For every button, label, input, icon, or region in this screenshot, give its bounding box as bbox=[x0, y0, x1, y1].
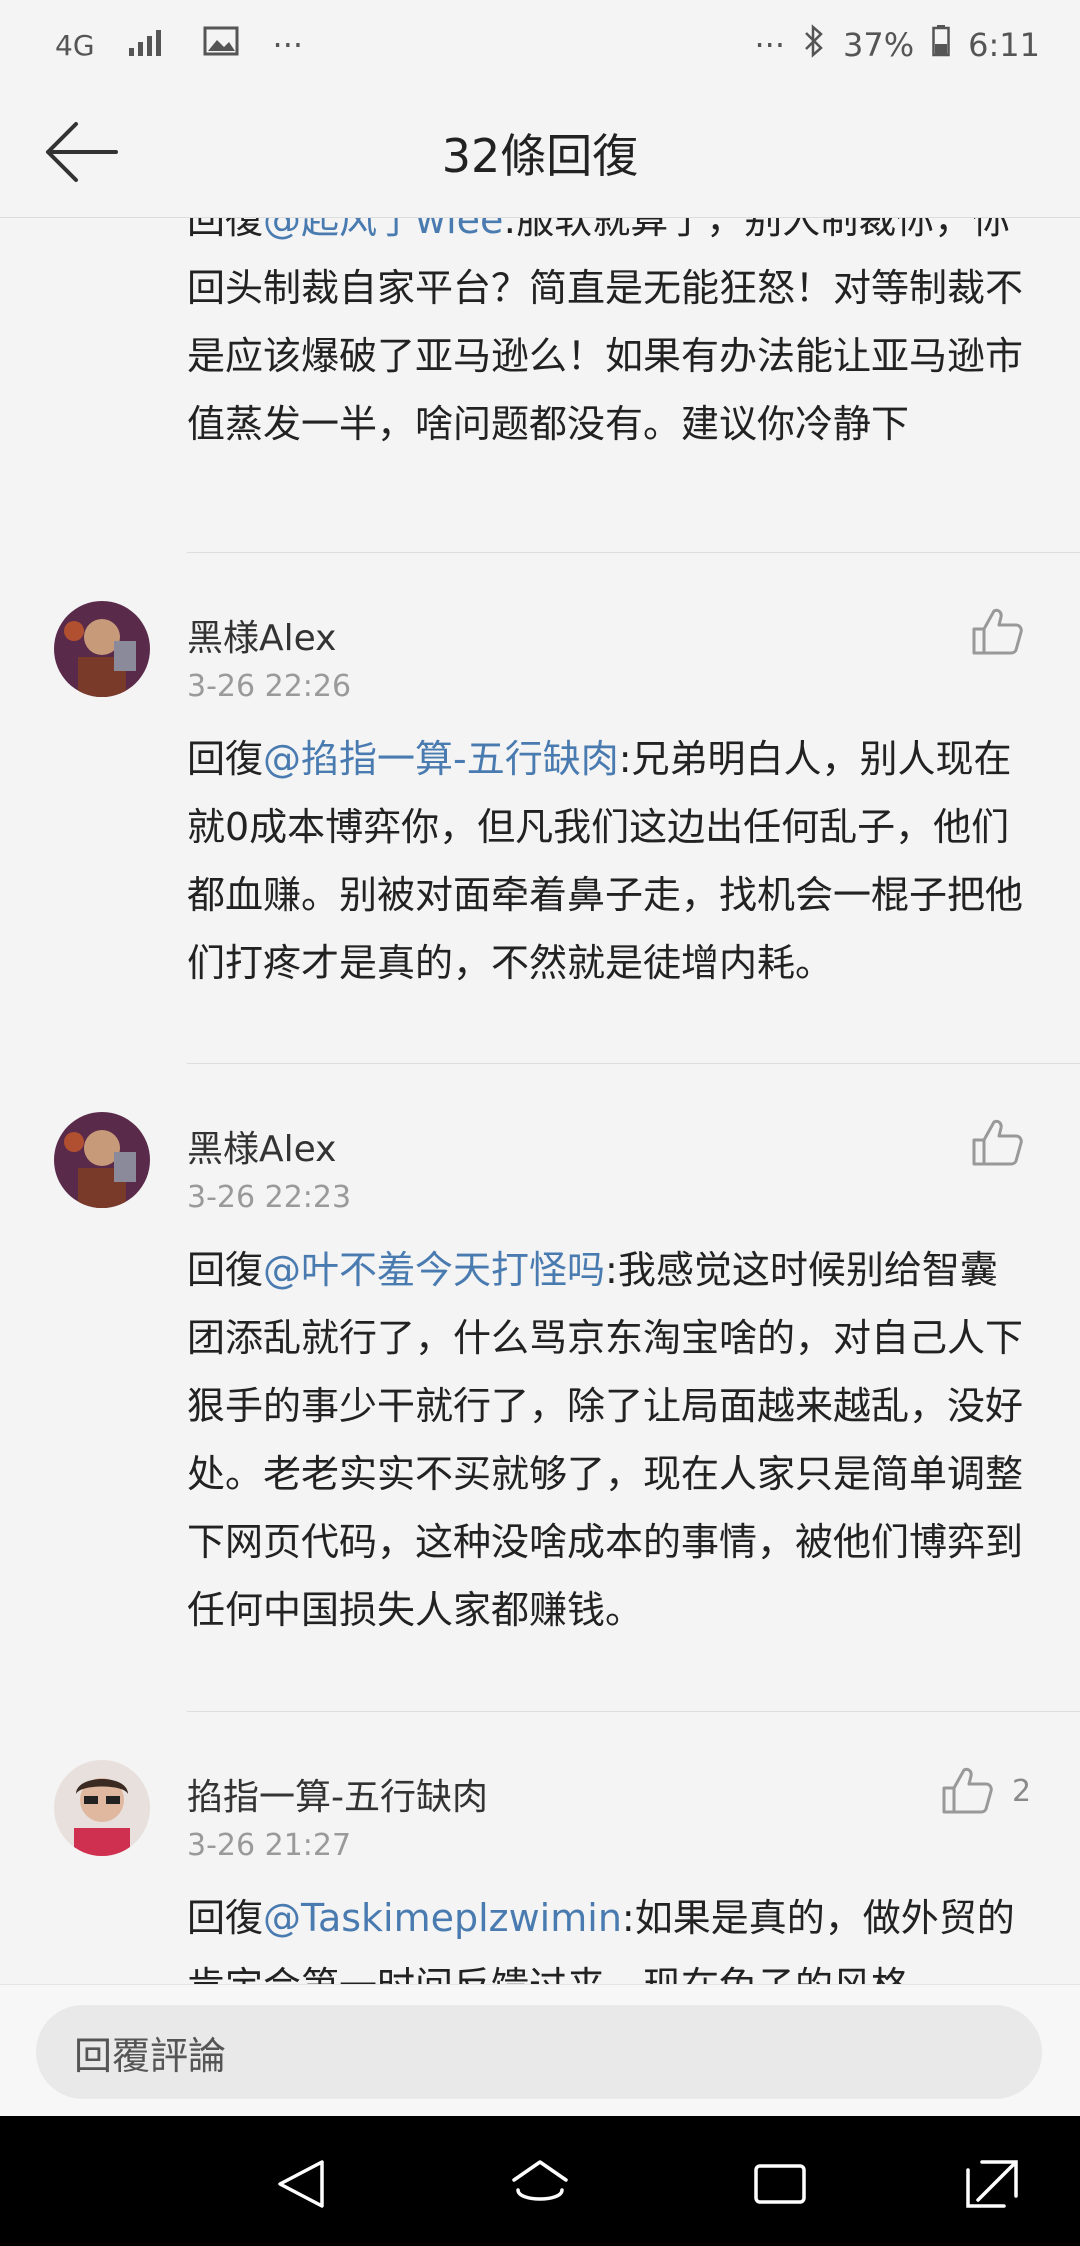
timestamp: 3-26 22:23 bbox=[187, 1180, 352, 1215]
username[interactable]: 掐指一算-五行缺肉 bbox=[187, 1768, 488, 1820]
timestamp: 3-26 21:27 bbox=[187, 1828, 352, 1863]
thumbs-up-icon bbox=[972, 608, 1023, 655]
recent-apps-icon bbox=[754, 2164, 806, 2204]
timestamp: 3-26 22:26 bbox=[187, 669, 352, 704]
nav-expand-button[interactable] bbox=[962, 2156, 1022, 2212]
like-button[interactable] bbox=[970, 1116, 1024, 1170]
thumbs-up-icon bbox=[972, 1119, 1023, 1166]
username[interactable]: 黑様Alex bbox=[187, 609, 336, 661]
avatar[interactable] bbox=[54, 601, 150, 697]
comment-item: 黑様Alex 3-26 22:23 回復@叶不羞今天打怪吗:我感觉这时候别给智囊… bbox=[0, 1064, 1080, 1711]
nav-back-button[interactable] bbox=[272, 2156, 332, 2212]
like-button[interactable] bbox=[970, 605, 1024, 659]
mention-link[interactable]: @掐指一算-五行缺肉 bbox=[263, 737, 619, 781]
username[interactable]: 黑様Alex bbox=[187, 1120, 336, 1172]
clock: 6:11 bbox=[968, 26, 1040, 64]
mention-link[interactable]: @叶不羞今天打怪吗 bbox=[263, 1248, 605, 1292]
comment-text: 回復@起风了wlee:服软就算了，别人制裁你，你回头制裁自家平台？简直是无能狂怒… bbox=[187, 218, 1030, 458]
reply-prefix: 回復 bbox=[187, 1896, 264, 1940]
nav-recents-button[interactable] bbox=[750, 2156, 810, 2212]
reply-prefix: 回復 bbox=[187, 1248, 264, 1292]
mention-link[interactable]: @起风了wlee bbox=[263, 218, 503, 242]
avatar[interactable] bbox=[54, 1112, 150, 1208]
reply-body: :我感觉这时候别给智囊团添乱就行了，什么骂京东淘宝啥的，对自己人下狠手的事少干就… bbox=[187, 1248, 1024, 1632]
thumbs-up-icon bbox=[942, 1767, 993, 1814]
battery-icon bbox=[932, 25, 950, 65]
like-count: 2 bbox=[1012, 1774, 1032, 1809]
signal-icon bbox=[128, 26, 169, 64]
more-notifications-icon: ··· bbox=[272, 26, 304, 64]
comment-text: 回復@掐指一算-五行缺肉:兄弟明白人，别人现在就0成本博弈你，但凡我们这边出任何… bbox=[187, 725, 1030, 997]
comment-text: 回復@Taskimeplzwimin:如果是真的，做外贸的肯定会第一时间反馈过来… bbox=[187, 1884, 1030, 1984]
page-title: 32條回復 bbox=[441, 129, 639, 183]
comment-list[interactable]: 回復@起风了wlee:服软就算了，别人制裁你，你回头制裁自家平台？简直是无能狂怒… bbox=[0, 218, 1080, 1984]
reply-body: :服软就算了，别人制裁你，你回头制裁自家平台？简直是无能狂怒！对等制裁不是应该爆… bbox=[187, 218, 1024, 446]
reply-placeholder: 回覆評論 bbox=[74, 2033, 227, 2078]
nav-home-button[interactable] bbox=[510, 2156, 570, 2212]
home-icon bbox=[512, 2160, 568, 2201]
status-bar: 4G ··· ··· 37% 6:11 bbox=[0, 0, 1080, 90]
bottom-bar: 回覆評論 bbox=[0, 1984, 1080, 2116]
bluetooth-icon bbox=[803, 24, 825, 66]
battery-percent: 37% bbox=[843, 26, 915, 64]
comment-text: 回復@叶不羞今天打怪吗:我感觉这时候别给智囊团添乱就行了，什么骂京东淘宝啥的，对… bbox=[187, 1236, 1030, 1644]
reply-prefix: 回復 bbox=[187, 737, 264, 781]
triangle-back-icon bbox=[278, 2160, 324, 2208]
navigation-bar bbox=[0, 2116, 1080, 2246]
reply-input[interactable]: 回覆評論 bbox=[36, 2005, 1042, 2099]
header: 32條回復 bbox=[0, 90, 1080, 218]
more-status-icon: ··· bbox=[754, 26, 786, 64]
reply-prefix: 回復 bbox=[187, 218, 264, 242]
network-4g-icon: 4G bbox=[55, 28, 95, 62]
partial-comment: 回復@起风了wlee:服软就算了，别人制裁你，你回头制裁自家平台？简直是无能狂怒… bbox=[0, 218, 1080, 458]
image-notification-icon bbox=[203, 26, 239, 64]
comment-item: 掐指一算-五行缺肉 3-26 21:27 2 回復@Taskimeplzwimi… bbox=[0, 1712, 1080, 1984]
expand-icon bbox=[966, 2160, 1018, 2208]
comment-item: 黑様Alex 3-26 22:26 回復@掐指一算-五行缺肉:兄弟明白人，别人现… bbox=[0, 553, 1080, 1063]
like-button[interactable] bbox=[940, 1764, 994, 1818]
avatar[interactable] bbox=[54, 1760, 150, 1856]
mention-link[interactable]: @Taskimeplzwimin bbox=[263, 1896, 622, 1940]
